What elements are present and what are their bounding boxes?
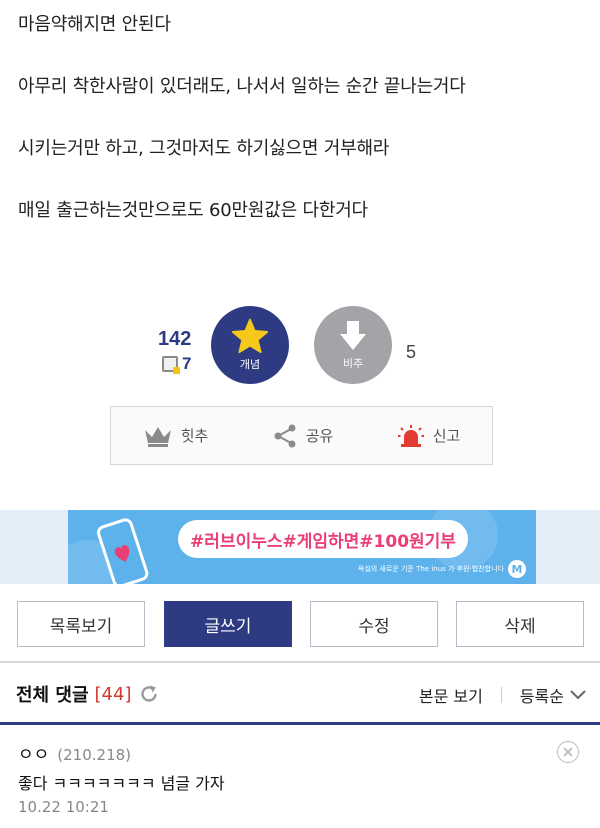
hit-button[interactable]: 힛추: [143, 424, 209, 448]
post-paragraph: 아무리 착한사람이 있더래도, 나서서 일하는 순간 끝나는거다: [18, 76, 466, 97]
post-paragraph: 시키는거만 하고, 그것마저도 하기싫으면 거부해라: [18, 138, 390, 159]
siren-icon: [397, 424, 424, 447]
comments-title: 전체 댓글 [44]: [16, 681, 159, 707]
arrow-down-icon: [340, 321, 366, 350]
comments-header: 전체 댓글 [44] 본문 보기 등록순: [0, 663, 600, 725]
comments-controls: 본문 보기 등록순: [419, 683, 586, 707]
share-button[interactable]: 공유: [272, 423, 334, 449]
vote-section: 142 7 개념 비추 5: [0, 306, 600, 392]
fix-count: 7: [162, 354, 191, 374]
comments-title-label: 전체 댓글: [16, 685, 89, 706]
edit-button[interactable]: 수정: [310, 601, 438, 647]
post-actions: 힛추 공유 신고: [110, 406, 493, 465]
share-label: 공유: [305, 427, 334, 445]
fix-icon: [162, 356, 180, 374]
ad-banner-link[interactable]: #러브이누스#게임하면#100원기부 욕실의 새로운 기준 The inus 가…: [68, 510, 536, 584]
fix-count-value: 7: [182, 354, 192, 373]
chevron-down-icon: [570, 690, 586, 700]
upvote-count: 142: [158, 328, 192, 350]
comment-item: ㅇㅇ (210.218) 좋다 ㅋㅋㅋㅋㅋㅋㅋ 념글 가자 10.22 10:2…: [0, 725, 600, 828]
view-body-button[interactable]: 본문 보기: [419, 683, 483, 707]
post-paragraph: 매일 출근하는것만으로도 60만원값은 다한거다: [18, 200, 368, 221]
share-icon: [274, 424, 296, 447]
controls-separator: [500, 687, 502, 703]
downvote-button[interactable]: 비추: [314, 306, 392, 384]
sort-dropdown[interactable]: 등록순: [520, 683, 586, 707]
banner-sponsor: 욕실의 새로운 기준 The inus 가 후원·협찬합니다: [357, 565, 504, 573]
crown-icon: [144, 426, 171, 447]
report-label: 신고: [432, 427, 461, 445]
list-button[interactable]: 목록보기: [17, 601, 145, 647]
close-icon: [563, 747, 573, 757]
upvote-label: 개념: [239, 358, 261, 371]
banner-headline: #러브이누스#게임하면#100원기부: [178, 520, 468, 558]
phone-heart-icon: [97, 518, 149, 584]
comment-delete-button[interactable]: [557, 741, 579, 763]
refresh-icon[interactable]: [139, 684, 159, 704]
comment-author[interactable]: ㅇㅇ: [18, 740, 49, 765]
comment-ip: (210.218): [57, 746, 132, 764]
ad-banner: #러브이누스#게임하면#100원기부 욕실의 새로운 기준 The inus 가…: [0, 510, 600, 584]
comment-count: [44]: [94, 683, 132, 705]
comment-author-line: ㅇㅇ (210.218): [18, 740, 131, 765]
downvote-count: 5: [406, 342, 417, 362]
comment-text: 좋다 ㅋㅋㅋㅋㅋㅋㅋ 념글 가자: [18, 774, 225, 793]
star-icon: [231, 318, 269, 354]
post-button-bar: 목록보기 글쓰기 수정 삭제: [0, 601, 600, 647]
comment-date: 10.22 10:21: [18, 798, 109, 816]
delete-button[interactable]: 삭제: [456, 601, 584, 647]
post-paragraph: 마음약해지면 안된다: [18, 14, 171, 35]
report-button[interactable]: 신고: [397, 424, 461, 448]
downvote-label: 비추: [342, 357, 364, 370]
sort-label: 등록순: [519, 687, 564, 706]
hit-label: 힛추: [180, 427, 209, 445]
write-button[interactable]: 글쓰기: [164, 601, 292, 647]
upvote-button[interactable]: 개념: [211, 306, 289, 384]
banner-subtext: 욕실의 새로운 기준 The inus 가 후원·협찬합니다 M: [358, 560, 526, 578]
m-logo-icon: M: [508, 560, 526, 578]
